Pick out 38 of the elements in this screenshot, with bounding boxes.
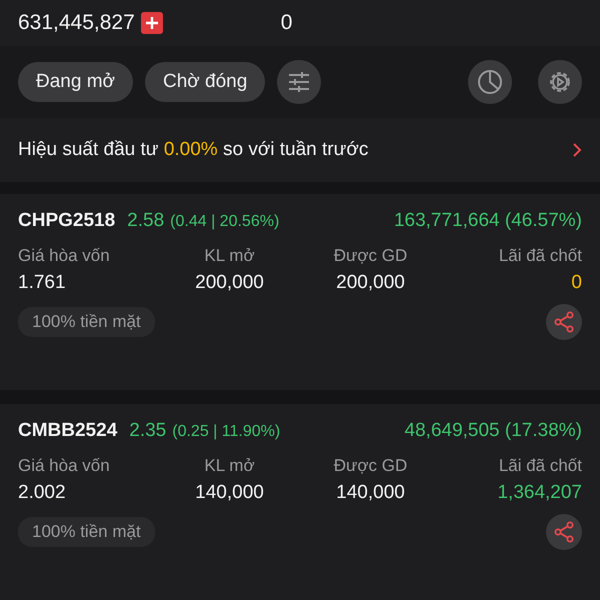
pie-chart-icon[interactable] <box>468 60 512 104</box>
symbol[interactable]: CHPG2518 <box>18 210 116 232</box>
sliders-icon[interactable] <box>277 60 322 104</box>
tag: 100% tiền mặt <box>18 517 155 547</box>
filter-button[interactable]: Chờ đóng <box>145 62 266 102</box>
price: 2.35 <box>129 420 166 442</box>
field-value: 200,000 <box>336 272 405 294</box>
share-icon[interactable] <box>546 514 582 550</box>
symbol[interactable]: CMBB2524 <box>18 420 118 442</box>
tag: 100% tiền mặt <box>18 307 155 337</box>
share-icon[interactable] <box>546 304 582 340</box>
field-value: 1,364,207 <box>497 482 582 504</box>
performance-text: Hiệu suất đầu tư 0.00% so với tuần trước <box>18 139 368 161</box>
profit-loss: 163,771,664 (46.57%) <box>394 210 582 232</box>
secondary-value: 0 <box>280 11 292 35</box>
field-value: 140,000 <box>336 482 405 504</box>
field-label: KL mở <box>204 246 255 266</box>
field-label: Giá hòa vốn <box>18 456 111 476</box>
field-label: Lãi đã chốt <box>498 246 582 266</box>
field-label: Lãi đã chốt <box>498 456 582 476</box>
field-value: 200,000 <box>195 272 264 294</box>
field-value: 1.761 <box>18 272 67 294</box>
field-value: 140,000 <box>195 482 264 504</box>
field-label: KL mở <box>204 456 255 476</box>
filter-button[interactable]: Đang mở <box>18 62 133 102</box>
field-label: Được GD <box>334 456 408 476</box>
add-icon[interactable] <box>140 12 163 34</box>
price-change: (0.25 | 11.90%) <box>172 423 280 441</box>
field-label: Giá hòa vốn <box>18 246 111 266</box>
total-value: 631,445,827 <box>18 11 135 35</box>
field-value: 2.002 <box>18 482 67 504</box>
field-value: 0 <box>571 272 582 294</box>
profit-loss: 48,649,505 (17.38%) <box>404 420 582 442</box>
chevron-right-icon[interactable] <box>572 142 582 158</box>
price-change: (0.44 | 20.56%) <box>170 213 280 231</box>
field-label: Được GD <box>334 246 408 266</box>
price: 2.58 <box>127 210 164 232</box>
settings-icon[interactable] <box>538 60 582 104</box>
